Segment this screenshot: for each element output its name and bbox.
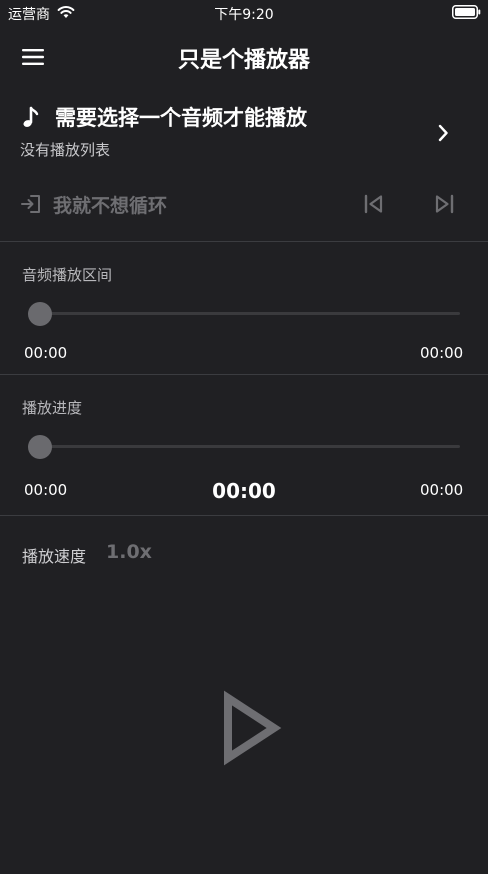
range-label: 音频播放区间 (22, 266, 113, 284)
loop-mode-toggle[interactable]: 我就不想循环 (53, 191, 167, 218)
speed-label: 播放速度 (22, 547, 87, 566)
skip-next-icon (435, 194, 454, 214)
speed-selector[interactable]: 1.0x (106, 541, 152, 563)
current-time: 00:00 (212, 479, 276, 503)
play-icon (224, 690, 282, 766)
progress-slider-track[interactable] (28, 445, 460, 448)
progress-end-time: 00:00 (420, 481, 464, 499)
divider (0, 374, 488, 375)
page-title: 只是个播放器 (177, 48, 310, 73)
progress-label: 播放进度 (22, 399, 83, 417)
skip-previous-icon (364, 194, 383, 214)
music-note-icon (23, 106, 39, 127)
battery-icon (452, 5, 481, 19)
track-title: 需要选择一个音频才能播放 (55, 106, 307, 130)
previous-track-button[interactable] (362, 192, 386, 216)
range-slider-thumb[interactable] (28, 302, 52, 326)
status-time: 下午9:20 (214, 7, 274, 23)
range-start-time: 00:00 (24, 344, 68, 362)
next-track-button[interactable] (432, 192, 456, 216)
divider (0, 241, 488, 242)
progress-slider-thumb[interactable] (28, 435, 52, 459)
playlist-status: 没有播放列表 (20, 141, 111, 159)
range-slider-track[interactable] (28, 312, 460, 315)
sign-in-icon (21, 195, 40, 213)
play-button[interactable] (218, 690, 284, 766)
divider (0, 515, 488, 516)
chevron-right-icon (438, 124, 448, 142)
range-end-time: 00:00 (420, 344, 464, 362)
